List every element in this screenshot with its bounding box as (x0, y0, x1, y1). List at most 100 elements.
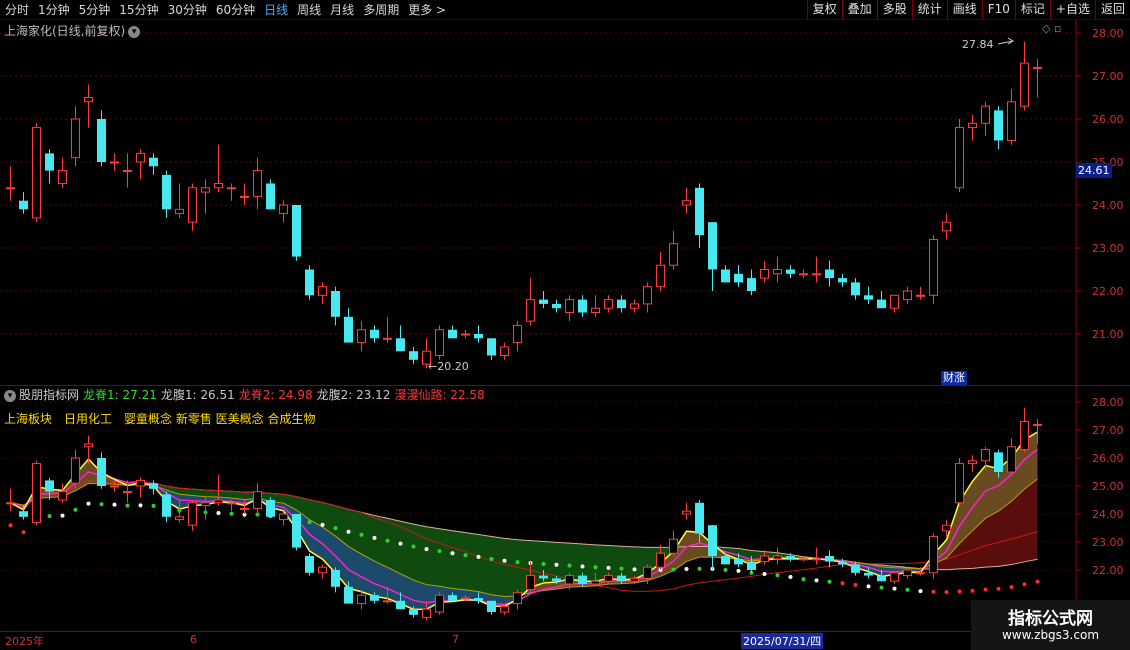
trail-dot (86, 501, 91, 506)
candle-body-down (734, 273, 743, 283)
indicator-axis-label: 22.00 (1092, 564, 1124, 577)
trail-dot (229, 511, 234, 516)
trail-dot (73, 507, 78, 512)
candle-body-down (786, 556, 795, 559)
candle-body-down (994, 452, 1003, 472)
trail-dot (762, 572, 767, 577)
indicator-clouds (10, 432, 1038, 610)
trail-dot (515, 560, 520, 565)
candle-body-up (201, 502, 210, 507)
candle-body-up (669, 243, 678, 266)
trail-dot (931, 589, 936, 594)
candle-body-down (97, 119, 106, 162)
high-price-label: 27.84 (962, 38, 994, 51)
indicator-fields: 龙脊1: 27.21 龙腹1: 26.51 龙脊2: 24.98 龙腹2: 23.12… (83, 388, 489, 402)
cloud-segment (1011, 488, 1025, 565)
candle-body-up (890, 294, 899, 309)
candle-body-up (682, 200, 691, 206)
trail-dot (788, 575, 793, 580)
trail-dot (47, 514, 52, 519)
candle-body-up (1007, 101, 1016, 142)
trail-dot (918, 589, 923, 594)
chevron-down-icon[interactable]: ▾ (4, 389, 16, 402)
concept-tag-0[interactable]: 上海板块 (4, 412, 52, 426)
candle-body-up (136, 479, 145, 487)
candle-body-up (383, 337, 392, 340)
candle-body-down (162, 174, 171, 210)
current-price-tag: 24.61 (1076, 163, 1112, 178)
candle-body-up (526, 299, 535, 322)
candle-body-down (97, 458, 106, 486)
stock-chart[interactable]: 28.00 27.00 26.00 25.00 24.00 23.00 22.00 21.00… (0, 0, 1130, 650)
cloud-segment (426, 526, 440, 587)
candle-body-down (19, 200, 28, 210)
candle-body-up (110, 161, 119, 164)
candle-body-down (747, 561, 756, 570)
candle-body-down (487, 338, 496, 356)
cloud-segment (465, 532, 479, 592)
candle-body-down (851, 282, 860, 296)
concept-tag-1[interactable]: 日用化工 (64, 412, 112, 426)
candle-body-up (32, 463, 41, 523)
candle-body-up (682, 510, 691, 515)
low-price-label: ←20.20 (428, 360, 469, 373)
cloud-segment (413, 580, 427, 610)
candle-body-down (877, 575, 886, 582)
candle-body-up (175, 516, 184, 521)
chart-corner-icons[interactable]: ◇ ▫ (1042, 22, 1061, 35)
trail-dot (1009, 584, 1014, 589)
trail-dot (723, 568, 728, 573)
date-label-july: 7 (452, 633, 459, 646)
watermark-url: www.zbgs3.com (1001, 628, 1100, 642)
candle-body-up (565, 299, 574, 314)
trail-dot (983, 587, 988, 592)
candle-body-up (188, 187, 197, 223)
candle-body-up (357, 329, 366, 344)
candle-body-up (227, 502, 236, 505)
price-axis-label: 21.00 (1092, 328, 1124, 341)
candle-body-up (500, 605, 509, 613)
concept-tag-2[interactable]: 婴童概念 新零售 医美概念 合成生物 (124, 412, 315, 426)
trail-dot (359, 532, 364, 537)
candle-body-down (409, 351, 418, 360)
candle-body-down (266, 183, 275, 210)
candle-body-down (45, 480, 54, 492)
chevron-down-icon[interactable]: ▾ (128, 25, 141, 38)
indicator-axis: 28.00 27.00 26.00 25.00 24.00 23.00 22.00 (1076, 396, 1124, 577)
indicator-name: 股朋指标网 (19, 388, 80, 402)
price-axis-label: 22.00 (1092, 285, 1124, 298)
trail-dot (541, 561, 546, 566)
price-axis-label: 23.00 (1092, 242, 1124, 255)
trail-dot (853, 582, 858, 587)
trail-dot (1022, 582, 1027, 587)
candle-body-up (318, 286, 327, 296)
candle-body-up (903, 290, 912, 301)
arrow-icon (997, 37, 1014, 45)
candle-body-down (877, 299, 886, 309)
candle-body-down (994, 110, 1003, 141)
candle-body-down (721, 269, 730, 283)
candle-body-down (344, 586, 353, 604)
price-axis-label: 27.00 (1092, 70, 1124, 83)
candle-body-up (500, 346, 509, 356)
trail-dot (99, 502, 104, 507)
date-label-june: 6 (190, 633, 197, 646)
trail-dot (775, 573, 780, 578)
candle-body-down (552, 303, 561, 309)
candle-body-up (357, 594, 366, 605)
trail-dot (385, 538, 390, 543)
indicator-field-4: 漫漫仙路: 22.58 (394, 388, 485, 402)
trail-dot (424, 547, 429, 552)
candle-body-up (279, 513, 288, 521)
indicator-field-3: 龙腹2: 23.12 (316, 388, 391, 402)
candle-body-up (916, 294, 925, 297)
candle-body-down (266, 500, 275, 517)
candle-body-down (539, 299, 548, 304)
high-arrow (997, 37, 1014, 45)
candle-body-up (227, 187, 236, 190)
trail-dot (970, 588, 975, 593)
date-label-year: 2025年 (5, 635, 44, 648)
event-badge[interactable]: 财涨 (941, 371, 967, 385)
trail-dot (879, 585, 884, 590)
stock-title: 上海家化(日线,前复权) (4, 24, 126, 38)
